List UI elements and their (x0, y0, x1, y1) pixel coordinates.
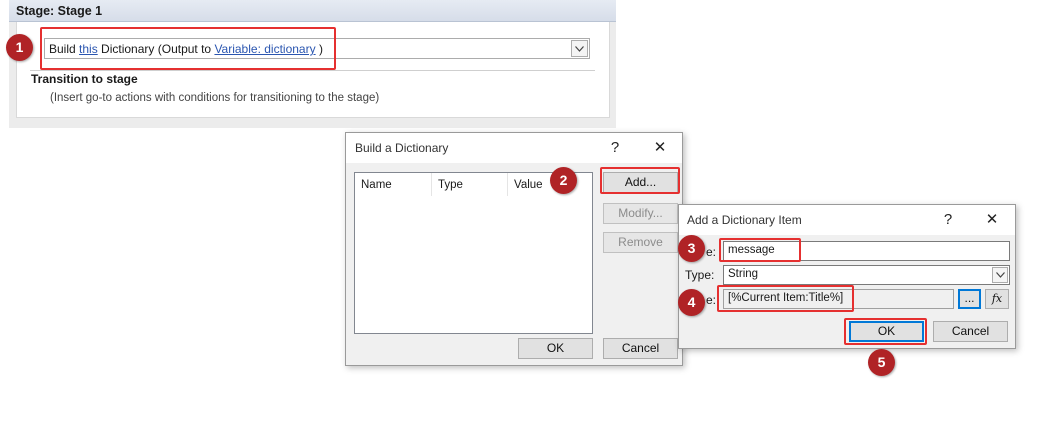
column-header-name[interactable]: Name (355, 173, 432, 196)
dialog-title: Add a Dictionary Item (687, 213, 802, 227)
remove-button[interactable]: Remove (603, 232, 678, 253)
dialog-title: Build a Dictionary (355, 141, 449, 155)
help-icon[interactable]: ? (938, 210, 958, 230)
highlight-box-2 (600, 167, 680, 194)
cancel-button[interactable]: Cancel (603, 338, 678, 359)
step-badge-1: 1 (6, 34, 33, 61)
type-select[interactable]: String (723, 265, 1010, 285)
close-icon[interactable]: ✕ (650, 138, 670, 158)
step-badge-2: 2 (550, 167, 577, 194)
type-label: Type: (685, 268, 715, 282)
transition-title: Transition to stage (31, 72, 138, 86)
step-badge-4: 4 (678, 289, 705, 316)
modify-button[interactable]: Modify... (603, 203, 678, 224)
highlight-box-1 (40, 27, 336, 70)
highlight-box-4 (717, 285, 854, 312)
transition-description: (Insert go-to actions with conditions fo… (50, 92, 380, 104)
value-label: e: (706, 293, 717, 307)
name-label: e: (706, 245, 717, 259)
chevron-down-icon[interactable] (571, 40, 588, 57)
ok-button[interactable]: OK (518, 338, 593, 359)
step-badge-3: 3 (678, 235, 705, 262)
function-icon[interactable]: fx (985, 289, 1009, 309)
type-value: String (728, 268, 759, 280)
highlight-box-3 (719, 238, 801, 262)
highlight-box-5 (844, 318, 927, 345)
browse-button[interactable]: ... (958, 289, 981, 309)
chevron-down-icon[interactable] (992, 267, 1008, 283)
stage-title: Stage: Stage 1 (9, 0, 616, 22)
column-header-type[interactable]: Type (432, 173, 508, 196)
dictionary-items-list[interactable]: Name Type Value (354, 172, 593, 334)
step-badge-5: 5 (868, 349, 895, 376)
cancel-button[interactable]: Cancel (933, 321, 1008, 342)
close-icon[interactable]: ✕ (982, 210, 1002, 230)
help-icon[interactable]: ? (605, 138, 625, 158)
divider (30, 70, 595, 71)
